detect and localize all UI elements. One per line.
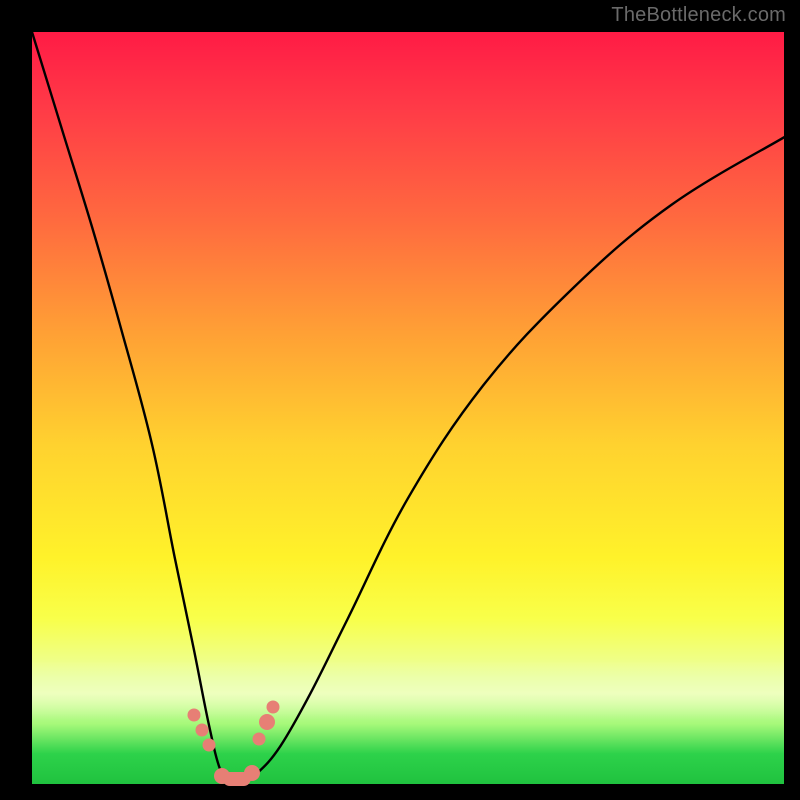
data-marker <box>203 738 216 751</box>
data-marker <box>266 701 279 714</box>
chart-frame: TheBottleneck.com <box>0 0 800 800</box>
data-marker-pill <box>222 772 251 786</box>
curve-svg <box>32 32 784 784</box>
data-marker <box>259 714 275 730</box>
data-marker <box>253 732 266 745</box>
data-marker <box>195 723 208 736</box>
watermark: TheBottleneck.com <box>611 4 786 27</box>
plot-area <box>32 32 784 784</box>
data-marker <box>188 708 201 721</box>
bottleneck-curve <box>32 32 784 784</box>
